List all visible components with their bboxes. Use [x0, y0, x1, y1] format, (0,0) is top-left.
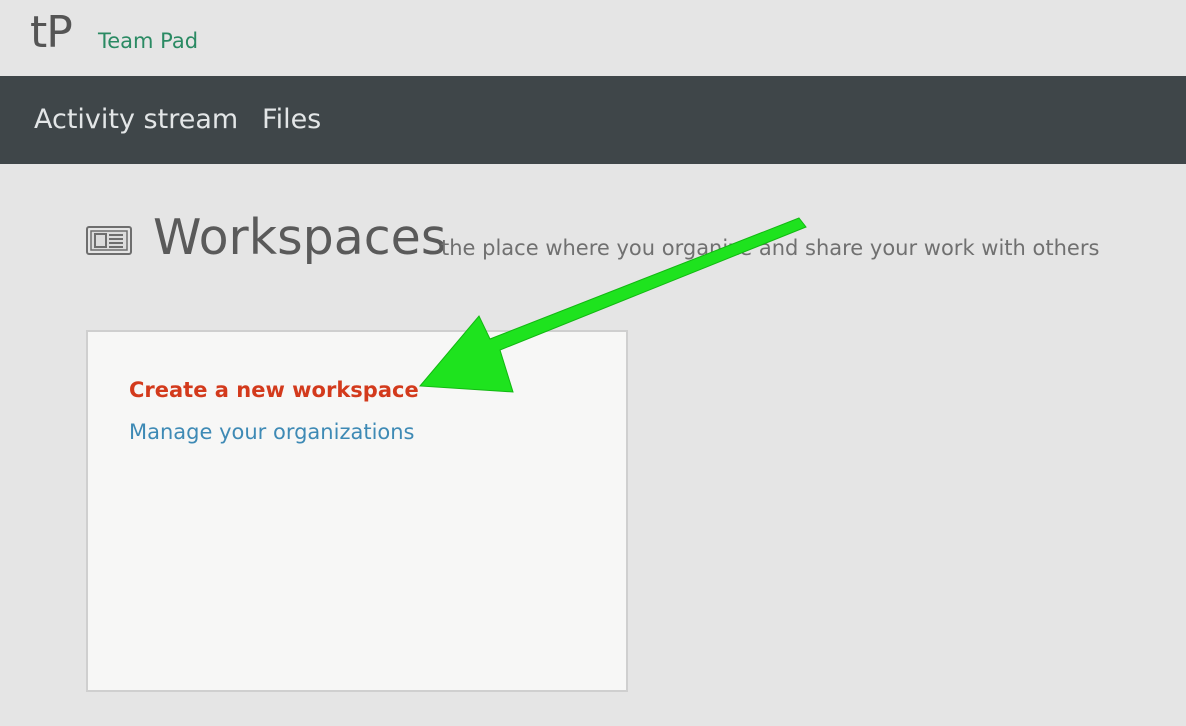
app-logo[interactable]: tP — [30, 9, 73, 57]
nav-item-files[interactable]: Files — [262, 104, 321, 136]
workspace-card: Create a new workspace Manage your organ… — [86, 330, 628, 692]
brand-header: tP Team Pad — [0, 0, 1186, 76]
manage-organizations-link[interactable]: Manage your organizations — [129, 418, 415, 446]
nav-item-activity-stream[interactable]: Activity stream — [34, 104, 238, 136]
create-workspace-link[interactable]: Create a new workspace — [129, 376, 419, 404]
page: tP Team Pad Activity stream Files Worksp… — [0, 0, 1186, 726]
main-nav: Activity stream Files — [0, 76, 1186, 164]
page-subtitle: the place where you organize and share y… — [441, 236, 1100, 260]
newspaper-icon — [86, 226, 132, 255]
brand-name-link[interactable]: Team Pad — [98, 28, 198, 54]
page-title: Workspaces — [153, 209, 447, 266]
